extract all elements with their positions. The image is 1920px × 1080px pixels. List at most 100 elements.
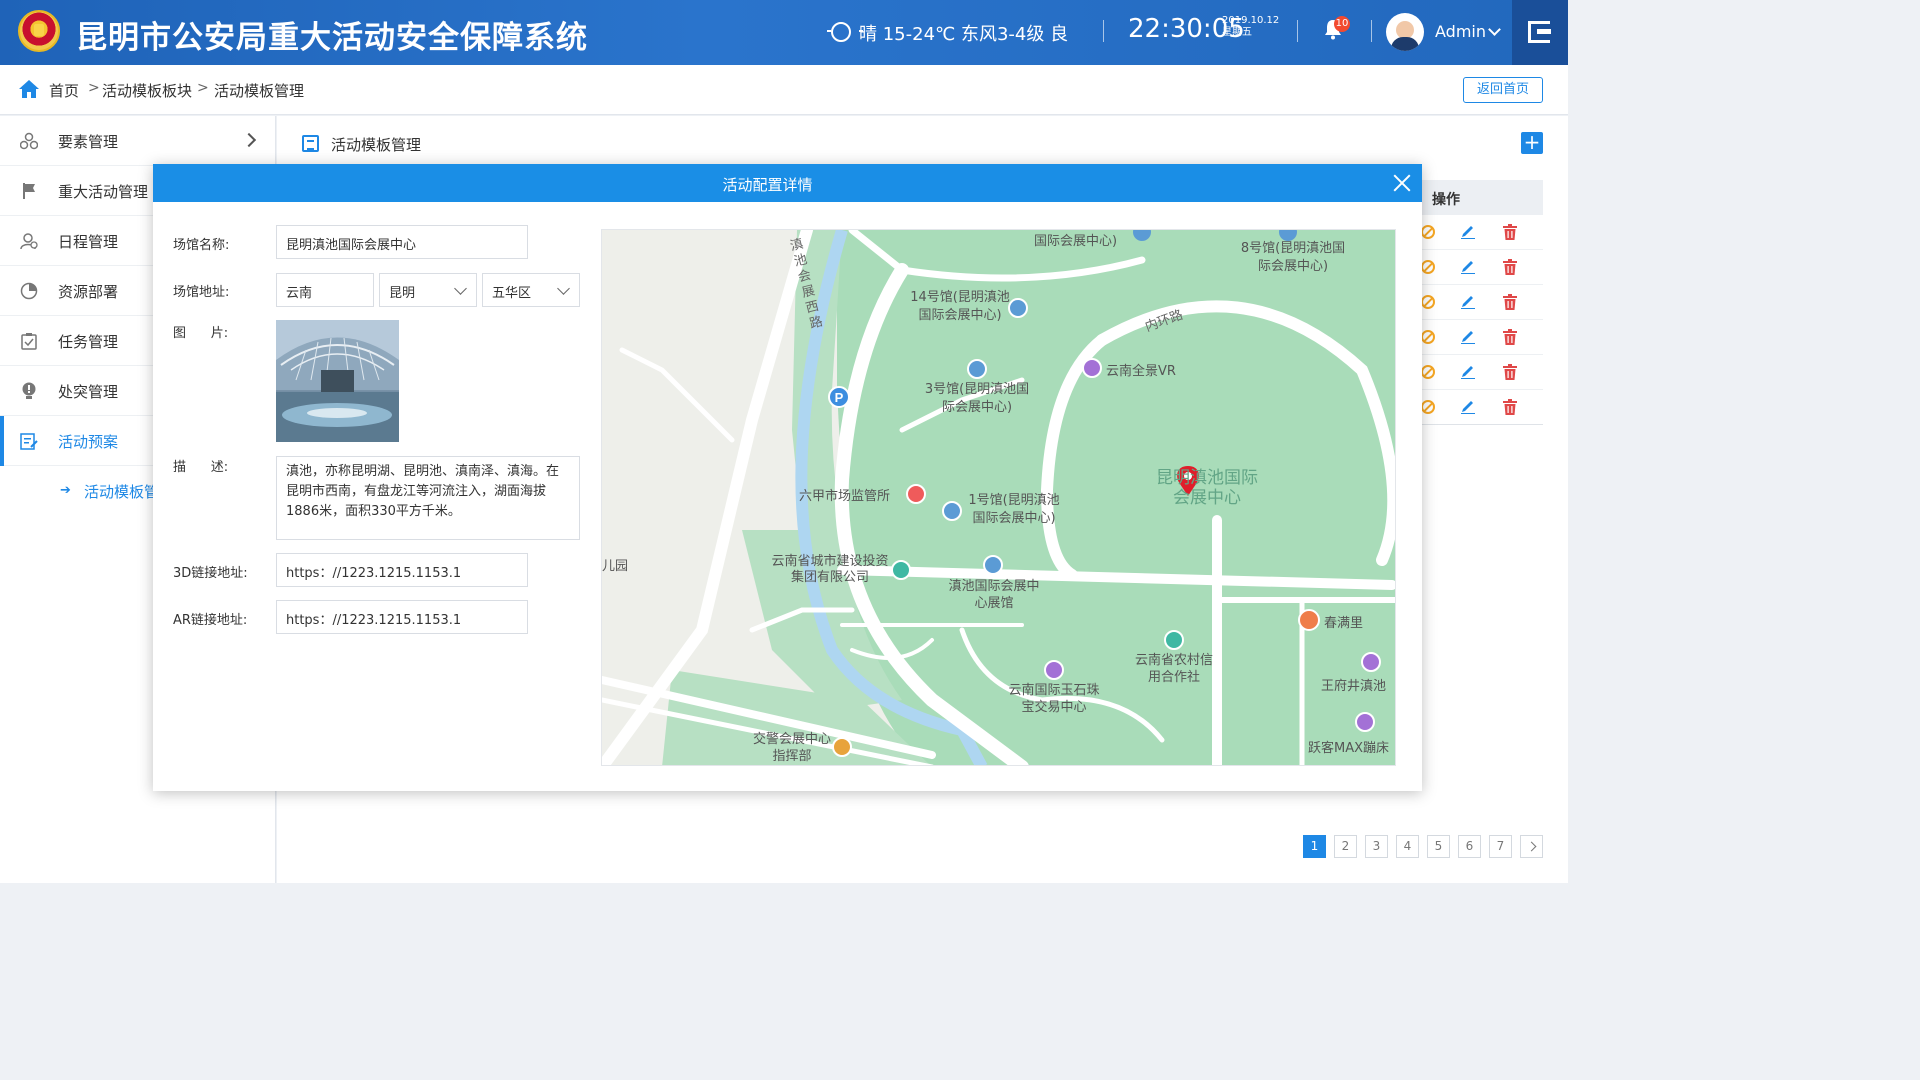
map-poi-label: 滇池国际会展中心展馆 (948, 579, 1040, 611)
sidebar-item-label: 重大活动管理 (58, 183, 149, 201)
page-button[interactable]: 5 (1427, 835, 1450, 858)
user-name[interactable]: Admin (1435, 22, 1486, 41)
chevron-right-icon (1526, 841, 1537, 852)
link3d-input[interactable]: https：//1223.1215.1153.1 (276, 553, 528, 587)
breadcrumb-separator: > (88, 80, 100, 96)
weather-info: 晴 15-24℃ 东风3-4级 良 (859, 24, 1069, 45)
sidebar-item-label: 处突管理 (58, 383, 119, 401)
delete-icon[interactable] (1503, 329, 1517, 345)
link3d-label: 3D链接地址: (173, 566, 248, 581)
edit-icon[interactable] (1461, 223, 1475, 239)
map-poi-label: 8号馆(昆明滇池国际会展中心) (1240, 241, 1346, 274)
schedule-icon (20, 233, 38, 250)
disable-icon[interactable] (1421, 260, 1435, 274)
address-label: 场馆地址: (173, 285, 230, 300)
header-divider (1371, 20, 1372, 42)
district-select-value: 五华区 (492, 286, 532, 301)
venue-photo[interactable] (276, 320, 399, 442)
venue-name-input[interactable]: 昆明滇池国际会展中心 (276, 225, 528, 259)
map-center-label: 昆明滇池国际会展中心 (1156, 468, 1258, 508)
map-poi-label: 六甲市场监管所 (799, 489, 891, 504)
page-title: 活动模板管理 (331, 136, 422, 154)
header-divider (1297, 20, 1298, 42)
edit-icon[interactable] (1461, 328, 1475, 344)
system-title: 昆明市公安局重大活动安全保障系统 (76, 20, 588, 56)
back-home-button[interactable]: 返回首页 (1463, 77, 1543, 103)
avatar[interactable] (1386, 13, 1424, 51)
table-row-operations (1421, 250, 1543, 285)
disable-icon[interactable] (1421, 225, 1435, 239)
disable-icon[interactable] (1421, 330, 1435, 344)
police-emblem-icon (18, 10, 60, 52)
province-input[interactable]: 云南 (276, 273, 374, 307)
close-icon[interactable] (1393, 174, 1411, 192)
sidebar-item-elements[interactable]: 要素管理 (0, 116, 276, 166)
sidebar-item-label: 任务管理 (58, 333, 119, 351)
disable-icon[interactable] (1421, 400, 1435, 414)
breadcrumb-template-section[interactable]: 活动模板板块 (102, 80, 192, 101)
home-icon[interactable] (18, 79, 40, 99)
venue-map[interactable]: P 滇池会展西路 内环路 昆明滇池国际会展中心 国际会展中心) 8号馆(昆明滇池… (601, 229, 1396, 766)
page-button[interactable]: 1 (1303, 835, 1326, 858)
edit-icon[interactable] (1461, 258, 1475, 274)
modal-header: 活动配置详情 (153, 164, 1422, 202)
map-poi-label: 云南省农村信用合作社 (1134, 653, 1213, 685)
venue-name-label: 场馆名称: (173, 238, 230, 253)
flag-icon (23, 183, 35, 199)
delete-icon[interactable] (1503, 364, 1517, 380)
logout-icon[interactable] (1528, 21, 1551, 43)
sidebar-item-label: 要素管理 (58, 133, 119, 151)
breadcrumb-home[interactable]: 首页 (49, 80, 79, 101)
venue-photo-image (276, 320, 399, 442)
disable-icon[interactable] (1421, 365, 1435, 379)
delete-icon[interactable] (1503, 399, 1517, 415)
breadcrumb-current: 活动模板管理 (214, 82, 305, 100)
add-template-button[interactable]: + (1521, 132, 1543, 154)
city-select[interactable]: 昆明 (379, 273, 477, 307)
arrow-right-icon: ➔ (60, 483, 71, 498)
map-poi-label: 云南全景VR (1106, 364, 1176, 379)
map-poi-label: 云南省城市建设投资集团有限公司 (771, 554, 889, 585)
edit-icon[interactable] (1461, 363, 1475, 379)
sidebar-item-label: 日程管理 (58, 233, 119, 251)
map-poi-label: 3号馆(昆明滇池国际会展中心) (924, 382, 1030, 415)
modal-title: 活动配置详情 (722, 176, 813, 194)
list-icon (302, 135, 319, 152)
page-button[interactable]: 2 (1334, 835, 1357, 858)
notification-badge: 10 (1334, 16, 1350, 32)
linkar-label: AR链接地址: (173, 613, 248, 628)
sidebar-item-label: 活动预案 (58, 433, 119, 451)
next-page-button[interactable] (1520, 835, 1543, 858)
delete-icon[interactable] (1503, 224, 1517, 240)
map-poi-label: 王府井滇池 (1321, 679, 1387, 694)
sun-icon (827, 22, 863, 42)
description-textarea[interactable]: 滇池，亦称昆明湖、昆明池、滇南泽、滇海。在昆明市西南，有盘龙江等河流注入，湖面海… (276, 456, 580, 540)
page-button[interactable]: 3 (1365, 835, 1388, 858)
delete-icon[interactable] (1503, 259, 1517, 275)
task-icon (21, 333, 37, 350)
header-divider (1103, 20, 1104, 42)
chevron-right-icon (241, 132, 257, 148)
disable-icon[interactable] (1421, 295, 1435, 309)
table-row-operations (1421, 390, 1543, 425)
map-poi-label: 1号馆(昆明滇池国际会展中心) (968, 493, 1060, 526)
description-label: 描 述: (173, 460, 229, 475)
ops-header-label: 操作 (1432, 192, 1460, 208)
photo-label: 图 片: (173, 326, 229, 341)
edit-icon[interactable] (1461, 293, 1475, 309)
page-button[interactable]: 6 (1458, 835, 1481, 858)
district-select[interactable]: 五华区 (482, 273, 580, 307)
page-button[interactable]: 4 (1396, 835, 1419, 858)
breadcrumb-separator: > (197, 80, 209, 96)
table-row-operations (1421, 285, 1543, 320)
map-poi-label: 交警会展中心指挥部 (752, 732, 831, 764)
edit-icon[interactable] (1461, 398, 1475, 414)
top-header: 昆明市公安局重大活动安全保障系统 晴 15-24℃ 东风3-4级 良 22:30… (0, 0, 1568, 65)
map-poi-label: 云南国际玉石珠宝交易中心 (1008, 683, 1100, 715)
linkar-input[interactable]: https：//1223.1215.1153.1 (276, 600, 528, 634)
table-header-operations: 操作 (1421, 180, 1543, 215)
page-button[interactable]: 7 (1489, 835, 1512, 858)
delete-icon[interactable] (1503, 294, 1517, 310)
chevron-down-icon[interactable] (1488, 23, 1501, 36)
svg-text:P: P (835, 390, 844, 405)
